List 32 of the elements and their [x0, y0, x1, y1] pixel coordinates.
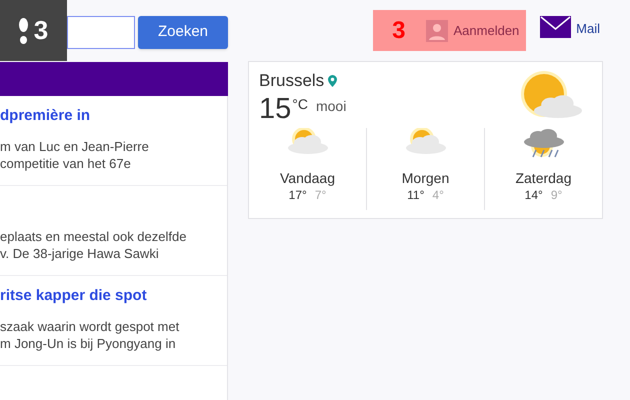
- city-name: Brussels: [259, 70, 324, 92]
- high-temperature: 17°: [288, 187, 307, 204]
- sign-in-link[interactable]: Aanmelden: [426, 20, 520, 42]
- annotation-number: 3: [392, 16, 406, 46]
- temperature-unit: °C: [292, 94, 308, 114]
- high-temperature: 14°: [524, 187, 543, 204]
- news-headline[interactable]: ritse kapper die spot: [0, 287, 147, 304]
- news-snippet: m Jong-Un is bij Pyongyang in: [0, 335, 177, 352]
- low-temperature: 9°: [550, 187, 562, 204]
- news-snippet: m van Luc en Jean-Pierre: [0, 138, 150, 155]
- forecast-day: Vandaag: [280, 170, 335, 186]
- mail-link[interactable]: Mail: [540, 16, 600, 38]
- search-button[interactable]: Zoeken: [138, 16, 228, 48]
- step-number: 3: [34, 14, 48, 47]
- forecast-day: Zaterdag: [515, 170, 572, 186]
- news-snippet: szaak waarin wordt gespot met: [0, 318, 180, 335]
- temperature: 15: [259, 94, 292, 124]
- news-snippet: competitie van het 67e: [0, 155, 132, 172]
- search-field[interactable]: [67, 16, 135, 48]
- news-snippet: eplaats en meestal ook dezelfde: [0, 228, 188, 245]
- forecast-day: Morgen: [402, 170, 450, 186]
- envelope-icon: [540, 16, 572, 38]
- user-icon: [426, 20, 448, 42]
- weather-condition: mooi: [316, 96, 346, 116]
- news-headline[interactable]: dpremière in: [0, 107, 90, 124]
- location-pin-icon: [328, 74, 338, 87]
- footprint-icon: [18, 18, 28, 44]
- low-temperature: 7°: [314, 187, 326, 204]
- news-snippet: v. De 38-jarige Hawa Sawki: [0, 245, 160, 262]
- storm-icon: [522, 128, 566, 158]
- high-temperature: 11°: [407, 187, 424, 204]
- low-temperature: 4°: [432, 187, 444, 204]
